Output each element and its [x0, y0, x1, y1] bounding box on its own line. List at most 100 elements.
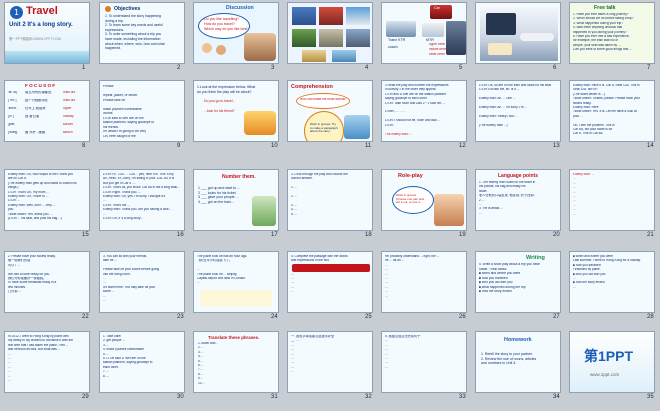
s31-line: 8. .. — [198, 372, 204, 376]
slide-thumbnail-10[interactable]: 1.Look at the expression below. What do y… — [193, 80, 279, 142]
slide-thumbnail-2[interactable]: Objectives 1. To understand the story hap… — [99, 2, 185, 64]
s28-line: ... — [573, 285, 576, 289]
slide-thumbnail-7[interactable]: Free talk 1. Have you ever taken a long j… — [569, 2, 655, 64]
travel-photo-4 — [292, 29, 316, 47]
s15-line: Ticket officer: Yes, thank you. ... — [8, 212, 53, 216]
slide-thumbnail-27[interactable]: Writing 5. Write a short play about a tri… — [475, 251, 561, 313]
s7-line: 1. Have you ever taken a long journey? — [573, 13, 629, 16]
vehicle-label: MTR — [426, 38, 434, 42]
slide-thumbnail-15[interactable]: Elderly man: Oh, how stupid of me! I thi… — [4, 169, 90, 231]
slide-thumbnail-32[interactable]: 一. 按首字母或者汉语提示补全 二. ......................… — [287, 331, 373, 393]
slide-thumbnail-3[interactable]: Discussion Do you like travelling? How do … — [193, 2, 279, 64]
s18-line: 3. ... — [291, 203, 298, 207]
s28-line: Last summer, I went to Hong Kong for a h… — [573, 259, 641, 263]
slide-thumbnail-29[interactable]: In 2012, I went to Hong Kong by plane wi… — [4, 331, 90, 393]
s13-line: Elderly man: Really? But... — [479, 114, 517, 118]
s15-line: Elderly man: Oh, I have to ... — [8, 195, 49, 198]
s24-line: ... — [197, 281, 200, 285]
s33-line: ... — [385, 352, 388, 356]
slide-thumbnail-12[interactable]: 2.Read the play and number the expressio… — [381, 80, 467, 142]
s2-line: 1. To understand the story happening — [105, 14, 161, 18]
slide-thumbnail-22[interactable]: 2. Please have your tickets ready. 像一般我们… — [4, 251, 90, 313]
s26-line: he ... as an ... — [385, 259, 405, 263]
s23-line: ... — [103, 277, 106, 280]
slide-thumbnail-34[interactable]: Homework 1. Retell the story to your part… — [475, 331, 561, 393]
slide-thumbnail-26[interactable]: He probably understand ... right, the ..… — [381, 251, 467, 313]
s32-line: 一. 按首字母或者汉语提示补全 — [291, 335, 335, 338]
slide-thumbnail-18[interactable]: 3. Look through the play and choose the … — [287, 169, 373, 231]
slide-thumbnail-16[interactable]: Li Lei: Hi . 12A. . . 12A ... yes, here … — [99, 169, 185, 231]
vocab-cell: 指 看日落 — [25, 115, 40, 118]
slide-number: 1 — [82, 65, 86, 71]
bubble-text: ...look for his friend? — [204, 109, 235, 113]
s29-line: ... — [8, 379, 11, 382]
s28-line: ■ who you did with you — [573, 272, 606, 276]
slide-thumbnail-19[interactable]: Role-play Work in groups. Choose one part… — [381, 169, 467, 231]
s32-line: ... — [291, 357, 294, 360]
slide-thumbnail-23[interactable]: 3. You can sit with your friends. take of… — [99, 251, 185, 313]
slide-thumbnail-6[interactable] — [475, 2, 561, 64]
slide-number: 15 — [82, 232, 89, 238]
s12-line: in Activity 1 in the order they appear. — [385, 88, 437, 92]
s21-line: ... — [573, 203, 576, 207]
slide-thumbnail-30[interactable]: 1. Take care! 2. get people ... 3. ... 4. m… — [99, 331, 185, 393]
slide-thumbnail-21[interactable]: Elderly man: ...........................… — [569, 169, 655, 231]
s20-line: ticket. — [479, 189, 488, 193]
vocab-cell: 'shed' , — [8, 107, 19, 110]
s26-line: ... — [385, 281, 388, 285]
slide-number: 21 — [647, 232, 654, 238]
vocab-cell: miss out — [63, 99, 76, 102]
slide-thumbnail-20[interactable]: Language points 1. The elderly man looks … — [475, 169, 561, 231]
s31-line: 7. .. — [198, 368, 204, 372]
slide-thumbnail-17[interactable]: Number them. 1 ___ got up and start to ..… — [193, 169, 279, 231]
s17-heading: Number them. — [222, 174, 256, 180]
vocab-cell: 整个行程都待在 — [25, 99, 49, 102]
slide-thumbnail-14[interactable]: Elderly man: Here it is. Car 8, Seat 12A… — [569, 80, 655, 142]
slide-thumbnail-25[interactable]: 4. Complete the passage with the words a… — [287, 251, 373, 313]
slide-thumbnail-13[interactable]: Li Lei: Ok, so are on the train and look… — [475, 80, 561, 142]
slide-thumbnail-5[interactable]: Car Train/ KTR MTR coach upper berth middle b… — [381, 2, 467, 64]
slide-thumbnail-24[interactable]: The plane took off half an hour ago. 飞机在半… — [193, 251, 279, 313]
s30-line: 5. ... — [103, 352, 110, 356]
vehicle-label: coach — [388, 45, 398, 49]
slide-thumbnail-4[interactable] — [287, 2, 373, 64]
s22-line: 我们为你准备好一条路线。 — [8, 277, 47, 280]
s12-line: 2.Read the play and number the expressio… — [385, 84, 449, 87]
s2-line: during a trip. — [105, 18, 124, 23]
s29-line: ... — [8, 361, 11, 365]
comprehension-heading: Comprehension — [291, 84, 333, 90]
brand-logo: 第1PPT — [584, 348, 634, 364]
travel-photo-8 — [332, 50, 356, 62]
slide-number: 35 — [647, 394, 654, 400]
s7-line: 2. When should we do before taking a tri… — [573, 17, 634, 21]
slide-thumbnail-35[interactable]: 第1PPT www.1ppt.com — [569, 331, 655, 393]
slide-thumbnail-1[interactable]: 1 Travel Unit 2 It's a long story. 第一PPT模板网… — [4, 2, 90, 64]
s18-line: 4. ... — [291, 208, 298, 212]
s15-line: (The elderly man gets up and starts to c… — [8, 181, 77, 185]
slide-thumbnail-28[interactable]: ■ when and where you were Last summer, I … — [569, 251, 655, 313]
slide-thumbnail-8[interactable]: F O C U S O F 'fa: st] 周五所有的课都是 miss out [ '… — [4, 80, 90, 142]
slide-thumbnail-11[interactable]: Comprehension Who can make the most wonde… — [287, 80, 373, 142]
s9-line: Oh, here caught of me — [103, 134, 136, 138]
slide-number: 8 — [82, 143, 86, 149]
slide-number: 9 — [177, 143, 181, 149]
s30-line: 7. ... — [103, 370, 110, 374]
slide-number: 16 — [177, 232, 184, 238]
s34-line: 1. Retell the story to your partner. — [481, 352, 533, 356]
s30-line: 4. make yourself comfortable — [103, 348, 144, 352]
s17-line: 1 ___ got up and start to ... — [198, 186, 240, 190]
slide-number: 3 — [271, 65, 275, 71]
slide-thumbnail-33[interactable]: 5. 根据汉语意思完成句子 ... ... ... ... ... ... ..… — [381, 331, 467, 393]
slide-thumbnail-9[interactable]: Phrase repeat ,jacket, or officer Phrase … — [99, 80, 185, 142]
s18-line: 3. Look through the play and choose the — [291, 173, 348, 176]
s15-line: you. — [8, 208, 15, 212]
s27-line: made. Think about: — [479, 267, 508, 271]
s21-line: ... — [573, 177, 576, 181]
s25-line: ... — [291, 277, 294, 280]
slide-number: 10 — [271, 143, 278, 149]
slide-number: 17 — [271, 232, 278, 238]
site-watermark: 第一PPT模板网-WWW.1PPT.COM — [9, 37, 61, 41]
s15-line: Li Lei: ... — [8, 199, 21, 203]
person-head-icon — [202, 43, 212, 53]
slide-thumbnail-31[interactable]: Translate these phrases. 1. down and .. 2.… — [193, 331, 279, 393]
